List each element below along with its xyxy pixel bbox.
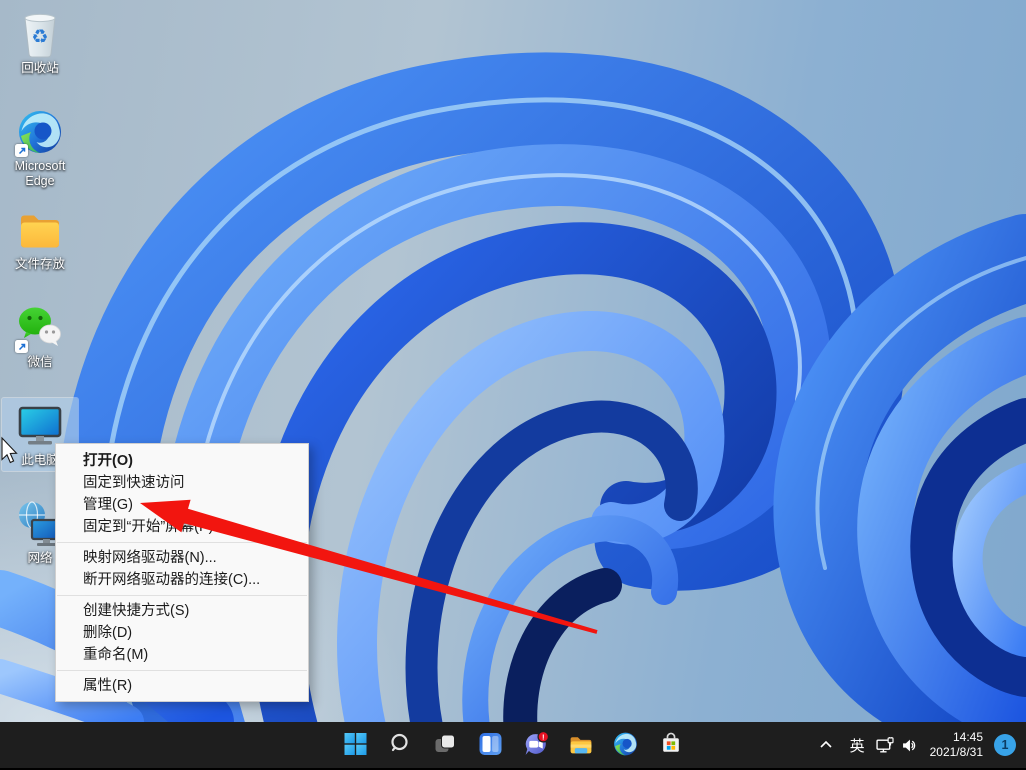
chat-icon: ! xyxy=(525,730,549,755)
chat-badge: ! xyxy=(541,732,544,741)
tray-time: 14:45 xyxy=(952,730,983,744)
wechat-icon xyxy=(15,304,64,353)
taskbar-center-group: ! xyxy=(336,724,691,764)
menu-separator xyxy=(57,542,307,543)
shortcut-arrow-icon xyxy=(15,340,28,353)
desktop-icon-recycle-bin[interactable]: ♻ 回收站 xyxy=(2,6,78,79)
task-view-button[interactable] xyxy=(426,724,466,764)
file-explorer-icon xyxy=(570,736,591,753)
start-button[interactable] xyxy=(336,724,376,764)
menu-item-properties[interactable]: 属性(R) xyxy=(56,675,308,697)
clock[interactable]: 14:45 2021/8/31 xyxy=(930,730,983,760)
menu-separator xyxy=(57,595,307,596)
task-view-icon xyxy=(435,734,455,752)
edge-icon xyxy=(15,108,64,157)
search-button[interactable] xyxy=(381,724,421,764)
edge-button[interactable] xyxy=(606,724,646,764)
chat-button[interactable]: ! xyxy=(516,724,556,764)
menu-item-disconnect-network-drive[interactable]: 断开网络驱动器的连接(C)... xyxy=(56,569,308,591)
volume-icon xyxy=(902,739,915,751)
tray-overflow-button[interactable] xyxy=(813,727,839,763)
menu-item-pin-quick-access[interactable]: 固定到快速访问 xyxy=(56,472,308,494)
svg-text:♻: ♻ xyxy=(31,26,48,48)
desktop-icon-label: 微信 xyxy=(27,355,53,369)
desktop-icon-label: Microsoft Edge xyxy=(14,159,66,188)
store-button[interactable] xyxy=(651,724,691,764)
notification-count-badge[interactable]: 1 xyxy=(994,734,1016,756)
chevron-up-icon xyxy=(820,740,832,748)
folder-icon xyxy=(16,206,64,254)
menu-item-create-shortcut[interactable]: 创建快捷方式(S) xyxy=(56,600,308,622)
context-menu: 打开(O) 固定到快速访问 管理(G) 固定到“开始”屏幕(P) 映射网络驱动器… xyxy=(55,443,309,702)
tray-date: 2021/8/31 xyxy=(929,745,983,759)
quick-settings-button[interactable] xyxy=(875,736,919,754)
menu-item-rename[interactable]: 重命名(M) xyxy=(56,644,308,666)
widgets-button[interactable] xyxy=(471,724,511,764)
network-tray-icon xyxy=(875,736,894,753)
desktop-icon-label: 文件存放 xyxy=(14,257,65,271)
shortcut-arrow-icon xyxy=(15,144,28,157)
edge-icon xyxy=(614,732,637,756)
widgets-icon xyxy=(479,733,502,755)
recycle-bin-icon: ♻ xyxy=(16,10,64,58)
menu-item-pin-to-start[interactable]: 固定到“开始”屏幕(P) xyxy=(56,516,308,538)
system-tray: 英 14:45 2021/8/31 1 xyxy=(813,722,1016,768)
desktop-icon-label: 回收站 xyxy=(21,61,59,75)
menu-separator xyxy=(57,670,307,671)
menu-item-open[interactable]: 打开(O) xyxy=(56,450,308,472)
menu-item-map-network-drive[interactable]: 映射网络驱动器(N)... xyxy=(56,547,308,569)
menu-item-manage[interactable]: 管理(G) xyxy=(56,494,308,516)
taskbar: ! 英 14:45 2021/8/31 1 xyxy=(0,722,1026,770)
file-explorer-button[interactable] xyxy=(561,724,601,764)
windows-logo-icon xyxy=(344,733,367,755)
search-icon xyxy=(391,733,408,752)
desktop-icon-wechat[interactable]: 微信 xyxy=(2,300,78,373)
menu-item-delete[interactable]: 删除(D) xyxy=(56,622,308,644)
desktop-icon-edge[interactable]: Microsoft Edge xyxy=(2,104,78,192)
desktop-icon-file-folder[interactable]: 文件存放 xyxy=(2,202,78,275)
input-language-indicator[interactable]: 英 xyxy=(850,735,865,756)
store-icon xyxy=(662,732,679,752)
